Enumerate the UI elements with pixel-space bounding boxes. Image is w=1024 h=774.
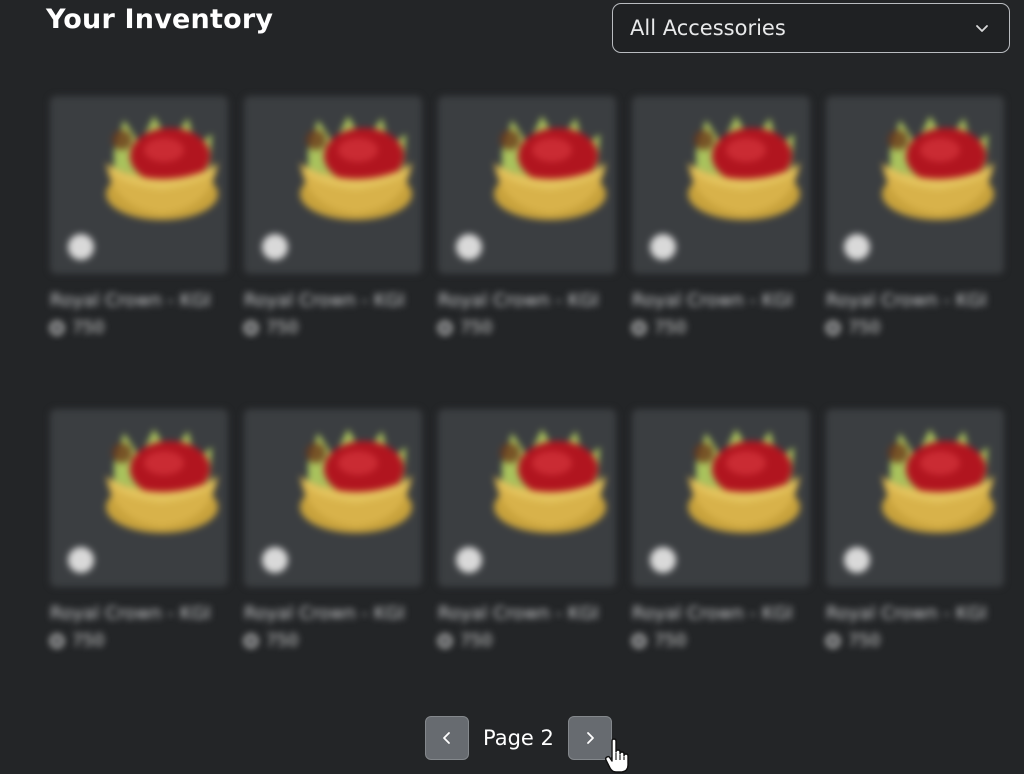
pagination: Page 2 (425, 716, 612, 760)
royal-crown-thumbnail (882, 116, 994, 220)
royal-crown-thumbnail (688, 429, 800, 533)
item-price-value: 750 (460, 318, 493, 338)
robux-icon (438, 321, 452, 335)
dropdown-selected-label: All Accessories (630, 16, 786, 40)
chevron-left-icon (443, 732, 450, 744)
royal-crown-thumbnail (688, 116, 800, 220)
item-type-badge-icon (68, 234, 94, 260)
item-price-value: 750 (848, 631, 881, 651)
inventory-grid: Royal Crown - KGI 750 Royal Crown - KGI … (50, 96, 1010, 722)
item-price: 750 (826, 631, 1004, 651)
item-price-value: 750 (654, 631, 687, 651)
royal-crown-thumbnail (494, 116, 606, 220)
item-name[interactable]: Royal Crown - KGI (826, 286, 1004, 316)
robux-icon (438, 634, 452, 648)
item-type-badge-icon (456, 547, 482, 573)
item-type-badge-icon (650, 547, 676, 573)
royal-crown-thumbnail (882, 429, 994, 533)
inventory-item-card[interactable]: Royal Crown - KGI 750 (632, 409, 810, 722)
hand-pointer-icon (604, 738, 629, 773)
item-type-badge-icon (68, 547, 94, 573)
item-price-value: 750 (654, 318, 687, 338)
page-indicator: Page 2 (483, 726, 554, 750)
item-price: 750 (50, 631, 228, 651)
item-type-badge-icon (844, 234, 870, 260)
item-price: 750 (632, 318, 810, 338)
item-price: 750 (244, 631, 422, 651)
item-name[interactable]: Royal Crown - KGI (632, 599, 810, 629)
item-price: 750 (244, 318, 422, 338)
item-price-value: 750 (266, 318, 299, 338)
item-thumbnail[interactable] (244, 96, 422, 274)
inventory-item-card[interactable]: Royal Crown - KGI 750 (438, 409, 616, 722)
inventory-item-card[interactable]: Royal Crown - KGI 750 (244, 409, 422, 722)
item-price-value: 750 (72, 318, 105, 338)
item-price: 750 (50, 318, 228, 338)
item-price: 750 (438, 631, 616, 651)
item-thumbnail[interactable] (826, 96, 1004, 274)
prev-page-button[interactable] (425, 716, 469, 760)
item-price-value: 750 (848, 318, 881, 338)
item-name[interactable]: Royal Crown - KGI (438, 599, 616, 629)
robux-icon (244, 321, 258, 335)
inventory-item-card[interactable]: Royal Crown - KGI 750 (826, 96, 1004, 409)
item-thumbnail[interactable] (50, 409, 228, 587)
item-price-value: 750 (460, 631, 493, 651)
item-thumbnail[interactable] (438, 409, 616, 587)
item-name[interactable]: Royal Crown - KGI (50, 286, 228, 316)
royal-crown-thumbnail (106, 116, 218, 220)
item-thumbnail[interactable] (244, 409, 422, 587)
inventory-item-card[interactable]: Royal Crown - KGI 750 (50, 96, 228, 409)
inventory-item-card[interactable]: Royal Crown - KGI 750 (632, 96, 810, 409)
royal-crown-thumbnail (300, 429, 412, 533)
royal-crown-thumbnail (106, 429, 218, 533)
inventory-item-card[interactable]: Royal Crown - KGI 750 (244, 96, 422, 409)
item-name[interactable]: Royal Crown - KGI (50, 599, 228, 629)
item-thumbnail[interactable] (632, 409, 810, 587)
item-price: 750 (438, 318, 616, 338)
item-thumbnail[interactable] (632, 96, 810, 274)
item-name[interactable]: Royal Crown - KGI (826, 599, 1004, 629)
page-title: Your Inventory (46, 4, 274, 35)
item-name[interactable]: Royal Crown - KGI (438, 286, 616, 316)
robux-icon (826, 634, 840, 648)
inventory-item-card[interactable]: Royal Crown - KGI 750 (826, 409, 1004, 722)
item-price-value: 750 (266, 631, 299, 651)
robux-icon (50, 321, 64, 335)
item-name[interactable]: Royal Crown - KGI (244, 286, 422, 316)
item-price: 750 (826, 318, 1004, 338)
item-type-badge-icon (650, 234, 676, 260)
item-price: 750 (632, 631, 810, 651)
robux-icon (244, 634, 258, 648)
robux-icon (826, 321, 840, 335)
item-type-badge-icon (456, 234, 482, 260)
inventory-item-card[interactable]: Royal Crown - KGI 750 (438, 96, 616, 409)
item-type-badge-icon (262, 547, 288, 573)
item-name[interactable]: Royal Crown - KGI (632, 286, 810, 316)
item-thumbnail[interactable] (50, 96, 228, 274)
royal-crown-thumbnail (494, 429, 606, 533)
item-thumbnail[interactable] (826, 409, 1004, 587)
item-name[interactable]: Royal Crown - KGI (244, 599, 422, 629)
inventory-item-card[interactable]: Royal Crown - KGI 750 (50, 409, 228, 722)
royal-crown-thumbnail (300, 116, 412, 220)
item-price-value: 750 (72, 631, 105, 651)
item-thumbnail[interactable] (438, 96, 616, 274)
item-type-badge-icon (844, 547, 870, 573)
robux-icon (50, 634, 64, 648)
robux-icon (632, 634, 646, 648)
category-dropdown[interactable]: All Accessories (612, 3, 1010, 53)
item-type-badge-icon (262, 234, 288, 260)
robux-icon (632, 321, 646, 335)
chevron-right-icon (586, 732, 594, 744)
chevron-down-icon (976, 25, 988, 32)
